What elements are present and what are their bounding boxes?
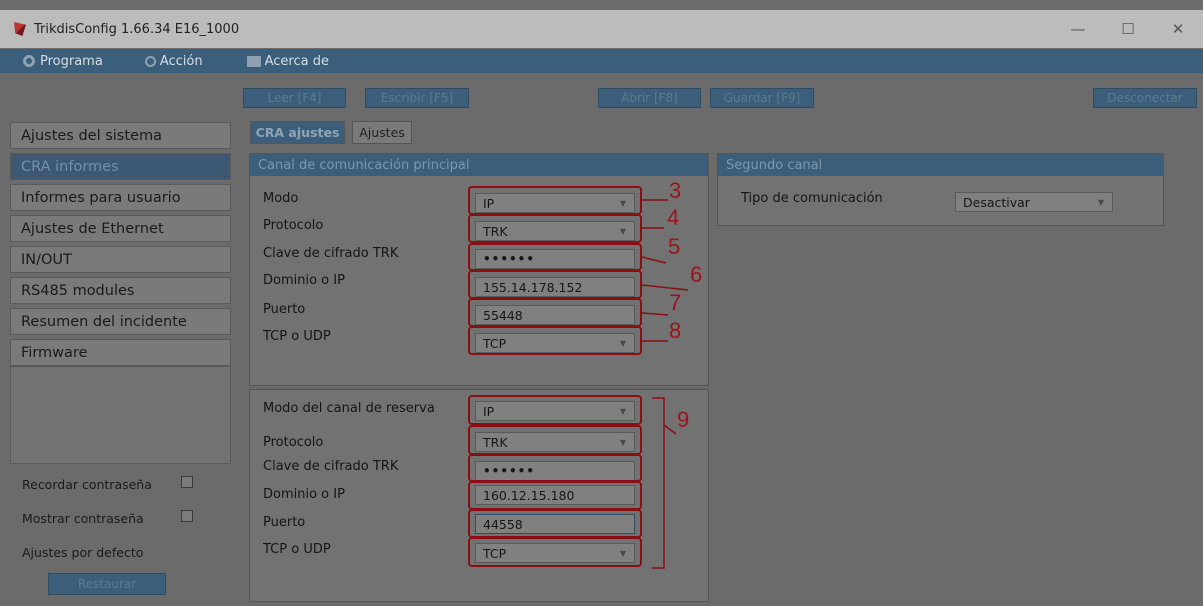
- menu-programa-label: Programa: [40, 53, 103, 69]
- sidebar-item-rs485[interactable]: RS485 modules: [10, 277, 231, 304]
- gear-icon: [22, 54, 36, 68]
- sidebar-item-resumen-incidente[interactable]: Resumen del incidente: [10, 308, 231, 335]
- modo-reserva-value: IP: [483, 403, 495, 419]
- protocolo-select[interactable]: TRK ▼: [475, 221, 635, 241]
- modo-reserva-select[interactable]: IP ▼: [475, 401, 635, 421]
- save-button[interactable]: Guardar [F9]: [710, 88, 814, 108]
- chevron-down-icon: ▼: [619, 339, 626, 348]
- protocolo-value: TRK: [483, 223, 508, 239]
- app-window: TrikdisConfig 1.66.34 E16_1000 — ☐ ✕ Pro…: [0, 0, 1203, 606]
- sidebar-item-informes-usuario[interactable]: Informes para usuario: [10, 184, 231, 211]
- tcp-udp-value: TCP: [483, 335, 507, 351]
- chevron-down-icon: ▼: [619, 438, 626, 447]
- dominio-label: Dominio o IP: [263, 273, 345, 288]
- window-controls: — ☐ ✕: [1053, 10, 1203, 48]
- tcp-udp-reserva-select[interactable]: TCP ▼: [475, 543, 635, 563]
- chevron-down-icon: ▼: [619, 407, 626, 416]
- menu-accion-label: Acción: [159, 53, 203, 69]
- book-icon: [246, 55, 261, 67]
- second-channel-header: Segundo canal: [718, 154, 1163, 176]
- tcp-udp-label: TCP o UDP: [263, 329, 331, 344]
- menu-programa[interactable]: Programa: [22, 49, 103, 73]
- annotation-number: 3: [669, 178, 682, 203]
- chevron-down-icon: ▼: [619, 549, 626, 558]
- dominio-reserva-input[interactable]: 160.12.15.180: [475, 485, 635, 505]
- dominio-input[interactable]: 155.14.178.152: [475, 277, 635, 297]
- tipo-comunicacion-select[interactable]: Desactivar ▼: [955, 192, 1113, 212]
- annotation-number: 8: [669, 318, 682, 343]
- tab-ajustes[interactable]: Ajustes: [352, 121, 412, 144]
- sidebar-item-in-out[interactable]: IN/OUT: [10, 246, 231, 273]
- tipo-comunicacion-value: Desactivar: [963, 194, 1030, 210]
- sidebar-item-ajustes-ethernet[interactable]: Ajustes de Ethernet: [10, 215, 231, 242]
- second-channel-panel: Segundo canal: [717, 153, 1164, 226]
- menu-bar: Programa Acción Acerca de: [0, 49, 1203, 73]
- menu-acerca[interactable]: Acerca de: [246, 49, 329, 73]
- tipo-comunicacion-label: Tipo de comunicación: [741, 191, 883, 206]
- disconnect-button[interactable]: Desconectar: [1093, 88, 1197, 108]
- modo-label: Modo: [263, 191, 299, 206]
- show-password-label: Mostrar contraseña: [22, 511, 144, 526]
- modo-select[interactable]: IP ▼: [475, 193, 635, 213]
- menu-accion[interactable]: Acción: [144, 49, 203, 73]
- protocolo-reserva-select[interactable]: TRK ▼: [475, 432, 635, 452]
- show-password-checkbox[interactable]: [181, 510, 193, 522]
- read-button[interactable]: Leer [F4]: [243, 88, 346, 108]
- annotation-number: 9: [677, 407, 690, 432]
- clave-reserva-label: Clave de cifrado TRK: [263, 459, 399, 474]
- puerto-reserva-label: Puerto: [263, 515, 306, 530]
- annotation-number: 4: [667, 205, 680, 230]
- tcp-udp-select[interactable]: TCP ▼: [475, 333, 635, 353]
- minimize-button[interactable]: —: [1053, 10, 1103, 48]
- clave-label: Clave de cifrado TRK: [263, 246, 399, 261]
- protocolo-label: Protocolo: [263, 218, 324, 233]
- chevron-down-icon: ▼: [1097, 198, 1104, 207]
- modo-value: IP: [483, 195, 495, 211]
- puerto-label: Puerto: [263, 302, 306, 317]
- tcp-udp-reserva-value: TCP: [483, 545, 507, 561]
- modo-reserva-label: Modo del canal de reserva: [263, 401, 435, 416]
- annotation-number: 5: [668, 234, 681, 259]
- window-title: TrikdisConfig 1.66.34 E16_1000: [34, 21, 240, 37]
- close-button[interactable]: ✕: [1153, 10, 1203, 48]
- chevron-down-icon: ▼: [619, 227, 626, 236]
- maximize-button[interactable]: ☐: [1103, 10, 1153, 48]
- write-button[interactable]: Escribir [F5]: [365, 88, 469, 108]
- clave-input[interactable]: ••••••: [475, 249, 635, 269]
- defaults-label: Ajustes por defecto: [22, 545, 144, 560]
- annotation-number: 7: [669, 290, 682, 315]
- tcp-udp-reserva-label: TCP o UDP: [263, 542, 331, 557]
- sidebar-item-ajustes-sistema[interactable]: Ajustes del sistema: [10, 122, 231, 149]
- menu-acerca-label: Acerca de: [264, 53, 329, 69]
- title-bar: TrikdisConfig 1.66.34 E16_1000 — ☐ ✕: [0, 10, 1203, 48]
- remember-password-checkbox[interactable]: [181, 476, 193, 488]
- tab-cra-ajustes[interactable]: CRA ajustes: [250, 121, 345, 144]
- clave-reserva-input[interactable]: ••••••: [475, 461, 635, 481]
- puerto-reserva-input[interactable]: 44558: [475, 514, 635, 534]
- chevron-down-icon: ▼: [619, 199, 626, 208]
- puerto-input[interactable]: 55448: [475, 305, 635, 325]
- protocolo-reserva-label: Protocolo: [263, 435, 324, 450]
- remember-password-label: Recordar contraseña: [22, 477, 152, 492]
- trikdis-logo-icon: [14, 22, 26, 36]
- restore-button[interactable]: Restaurar: [48, 573, 166, 595]
- sidebar-item-cra-informes[interactable]: CRA informes: [10, 153, 231, 180]
- annotation-number: 6: [690, 262, 703, 287]
- sidebar-empty-area: [10, 366, 231, 464]
- wrench-icon: [144, 55, 156, 67]
- dominio-reserva-label: Dominio o IP: [263, 487, 345, 502]
- protocolo-reserva-value: TRK: [483, 434, 508, 450]
- sidebar-item-firmware[interactable]: Firmware: [10, 339, 231, 366]
- main-channel-header: Canal de comunicación principal: [250, 154, 708, 176]
- open-button[interactable]: Abrir [F8]: [598, 88, 701, 108]
